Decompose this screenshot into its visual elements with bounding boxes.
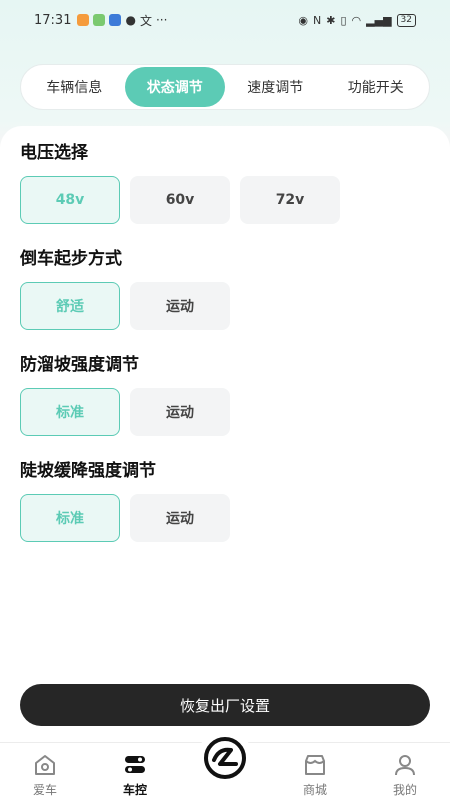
option-sport[interactable]: 运动 <box>130 494 230 542</box>
brand-logo-icon <box>204 737 246 779</box>
tab-function-switch[interactable]: 功能开关 <box>326 67 427 107</box>
tab-vehicle-info[interactable]: 车辆信息 <box>24 67 125 107</box>
option-72v[interactable]: 72v <box>240 176 340 224</box>
shop-icon <box>302 752 328 778</box>
app-notification-icon <box>109 14 122 26</box>
section-title: 防溜坡强度调节 <box>20 355 139 375</box>
brand-logo-button[interactable] <box>197 730 253 786</box>
translate-icon: 文 <box>139 13 152 28</box>
more-dots-icon: ··· <box>155 13 168 27</box>
section-anti-rollback: 防溜坡强度调节 标准 运动 <box>20 352 230 436</box>
wifi-icon: ◠ <box>351 13 362 27</box>
section-title: 电压选择 <box>20 143 88 163</box>
profile-icon <box>392 752 418 778</box>
section-title: 倒车起步方式 <box>20 249 122 269</box>
vibrate-icon: ▯ <box>340 13 347 27</box>
app-notification-icon <box>77 14 90 26</box>
option-standard[interactable]: 标准 <box>20 494 120 542</box>
factory-reset-button[interactable]: 恢复出厂设置 <box>20 684 430 726</box>
nav-label: 车控 <box>122 783 147 797</box>
nav-label: 爱车 <box>32 783 57 797</box>
nfc-icon: N <box>313 13 322 27</box>
nav-item-vehicle-control[interactable]: 车控 <box>90 743 180 800</box>
chat-bubble-icon: ● <box>125 13 136 27</box>
system-status-icons: ◉ N ✱ ▯ ◠ ▂▄▆ 32 <box>298 13 416 27</box>
toggle-control-icon <box>122 752 148 778</box>
nav-item-shop[interactable]: 商城 <box>270 743 360 800</box>
status-time: 17:31 <box>34 12 72 28</box>
section-hill-descent: 陡坡缓降强度调节 标准 运动 <box>20 458 230 542</box>
option-60v[interactable]: 60v <box>130 176 230 224</box>
option-comfort[interactable]: 舒适 <box>20 282 120 330</box>
signal-icon: ▂▄▆ <box>366 13 392 27</box>
nav-item-profile[interactable]: 我的 <box>360 743 450 800</box>
settings-tab-bar: 车辆信息 状态调节 速度调节 功能开关 <box>20 64 430 110</box>
bluetooth-icon: ✱ <box>326 13 336 27</box>
battery-icon: 32 <box>396 13 416 27</box>
section-title: 陡坡缓降强度调节 <box>20 461 156 481</box>
option-sport[interactable]: 运动 <box>130 282 230 330</box>
app-notification-icon <box>93 14 106 26</box>
nav-item-my-car[interactable]: 爱车 <box>0 743 90 800</box>
option-standard[interactable]: 标准 <box>20 388 120 436</box>
eye-icon: ◉ <box>298 13 309 27</box>
nav-label: 我的 <box>392 783 417 797</box>
car-home-icon <box>32 752 58 778</box>
status-bar: 17:31 ● 文 ··· ◉ N ✱ ▯ ◠ ▂▄▆ 32 <box>0 0 450 40</box>
section-voltage: 电压选择 48v 60v 72v <box>20 140 340 224</box>
tab-speed-adjust[interactable]: 速度调节 <box>225 67 326 107</box>
section-reverse-start: 倒车起步方式 舒适 运动 <box>20 246 230 330</box>
option-sport[interactable]: 运动 <box>130 388 230 436</box>
nav-label: 商城 <box>302 783 327 797</box>
option-48v[interactable]: 48v <box>20 176 120 224</box>
notification-icons: ● 文 ··· <box>77 12 167 29</box>
tab-status-adjust[interactable]: 状态调节 <box>124 67 225 107</box>
